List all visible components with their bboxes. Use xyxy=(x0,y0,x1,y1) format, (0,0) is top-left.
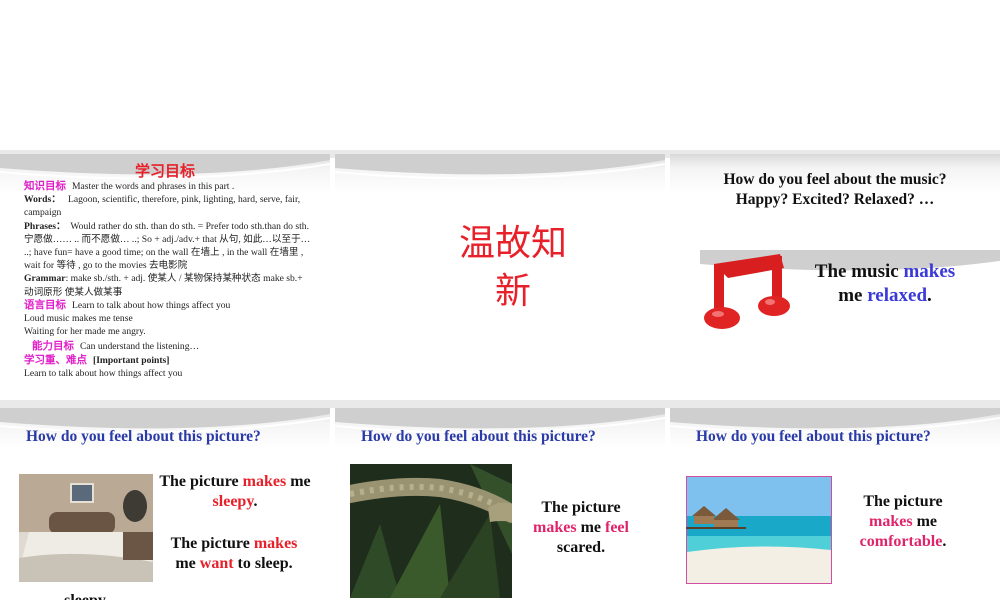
review-heading-line2: 新 xyxy=(494,271,531,312)
language-example-2: Waiting for her made me angry. xyxy=(24,326,146,338)
key-points-desc: Learn to talk about how things affect yo… xyxy=(24,367,183,379)
answer-part: . xyxy=(927,285,932,306)
slide-review[interactable]: 温故知 新 xyxy=(335,154,665,400)
ability-label: 能力目标 xyxy=(32,340,74,353)
music-question: How do you feel about the music? Happy? … xyxy=(670,170,1000,210)
middle-gray-strip xyxy=(0,400,1000,408)
review-heading: 温故知 新 xyxy=(443,220,583,316)
picture-question: How do you feel about this picture? xyxy=(26,428,261,445)
key-points-label: 学习重、难点 xyxy=(24,353,87,366)
slide-bedroom[interactable]: How do you feel about this picture? The … xyxy=(0,408,330,600)
bedroom-image xyxy=(19,474,153,582)
caption-keyword-makes: makes xyxy=(242,473,287,490)
answer-keyword-makes: makes xyxy=(903,261,956,282)
bedroom-caption-2: The picture makes me want to sleep. xyxy=(150,534,318,574)
caption-part: . xyxy=(942,533,947,550)
snake-caption: The picture makes me feel scared. xyxy=(525,498,637,558)
caption-part: me xyxy=(175,555,200,572)
beach-image xyxy=(686,476,832,584)
language-text: Learn to talk about how things affect yo… xyxy=(72,299,231,311)
key-points-text: [Important points] xyxy=(93,354,170,366)
music-note-icon xyxy=(704,254,790,329)
caption-part: me xyxy=(576,519,605,536)
knowledge-label: 知识目标 xyxy=(24,180,66,192)
language-label: 语言目标 xyxy=(24,298,66,311)
answer-part: The music xyxy=(814,261,904,282)
slide-beach[interactable]: How do you feel about this picture? The … xyxy=(670,408,1000,600)
caption-part: The picture xyxy=(159,473,243,490)
words-label: Words： xyxy=(24,194,61,206)
picture-question: How do you feel about this picture? xyxy=(696,428,931,445)
slide-swoosh-decoration xyxy=(335,154,665,180)
caption-keyword-sleepy: sleepy xyxy=(212,493,254,510)
slide-music-feeling[interactable]: How do you feel about the music? Happy? … xyxy=(670,154,1000,400)
music-answer: The music makes me relaxed. xyxy=(800,260,970,308)
words-text: Lagoon, scientific, therefore, pink, lig… xyxy=(24,194,301,219)
caption-part: The picture xyxy=(170,535,254,552)
objectives-body: 知识目标 Master the words and phrases in this… xyxy=(24,180,314,380)
grammar-text: : make sb./sth. + adj. 使某人 / 某物保持某种状态 ma… xyxy=(24,273,303,298)
caption-keyword-comfortable: comfortable xyxy=(859,533,943,550)
caption-part: scared. xyxy=(556,539,606,556)
answer-keyword-relaxed: relaxed xyxy=(867,285,928,306)
phrases-text: Would rather do sth. than do sth. = Pref… xyxy=(24,220,311,272)
phrases-label: Phrases： xyxy=(24,220,66,232)
music-question-line1: How do you feel about the music? xyxy=(723,171,947,188)
review-heading-line1: 温故知 xyxy=(458,223,567,264)
slide-snake[interactable]: How do you feel about this picture? The … xyxy=(335,408,665,600)
caption-keyword-makes: makes xyxy=(533,519,577,536)
beach-caption: The picture makes me comfortable. xyxy=(848,492,958,552)
snake-image xyxy=(350,464,512,598)
caption-keyword-makes: makes xyxy=(869,513,913,530)
slide-learning-objectives[interactable]: 学习目标 知识目标 Master the words and phrases in… xyxy=(0,154,330,400)
caption-part: to sleep. xyxy=(233,555,293,572)
language-example-1: Loud music makes me tense xyxy=(24,313,133,325)
caption-part: . xyxy=(253,493,258,510)
caption-keyword-feel: feel xyxy=(605,519,629,536)
answer-part: me xyxy=(838,285,868,306)
bedroom-caption-1: The picture makes me sleepy. xyxy=(150,472,320,512)
caption-part: me xyxy=(912,513,937,530)
grammar-label: Grammar xyxy=(24,273,66,285)
music-question-line2: Happy? Excited? Relaxed? … xyxy=(735,191,935,208)
knowledge-text: Master the words and phrases in this par… xyxy=(72,181,235,192)
caption-keyword-makes: makes xyxy=(253,535,298,552)
caption-part: The picture xyxy=(863,493,943,510)
ability-text: Can understand the listening… xyxy=(80,341,200,353)
caption-part: The picture xyxy=(541,499,621,516)
picture-question: How do you feel about this picture? xyxy=(361,428,596,445)
caption-keyword-want: want xyxy=(199,555,234,572)
caption-part: me xyxy=(286,473,311,490)
bedroom-bottom-word: sleepy xyxy=(60,591,110,600)
slide-title: 学习目标 xyxy=(134,162,195,180)
